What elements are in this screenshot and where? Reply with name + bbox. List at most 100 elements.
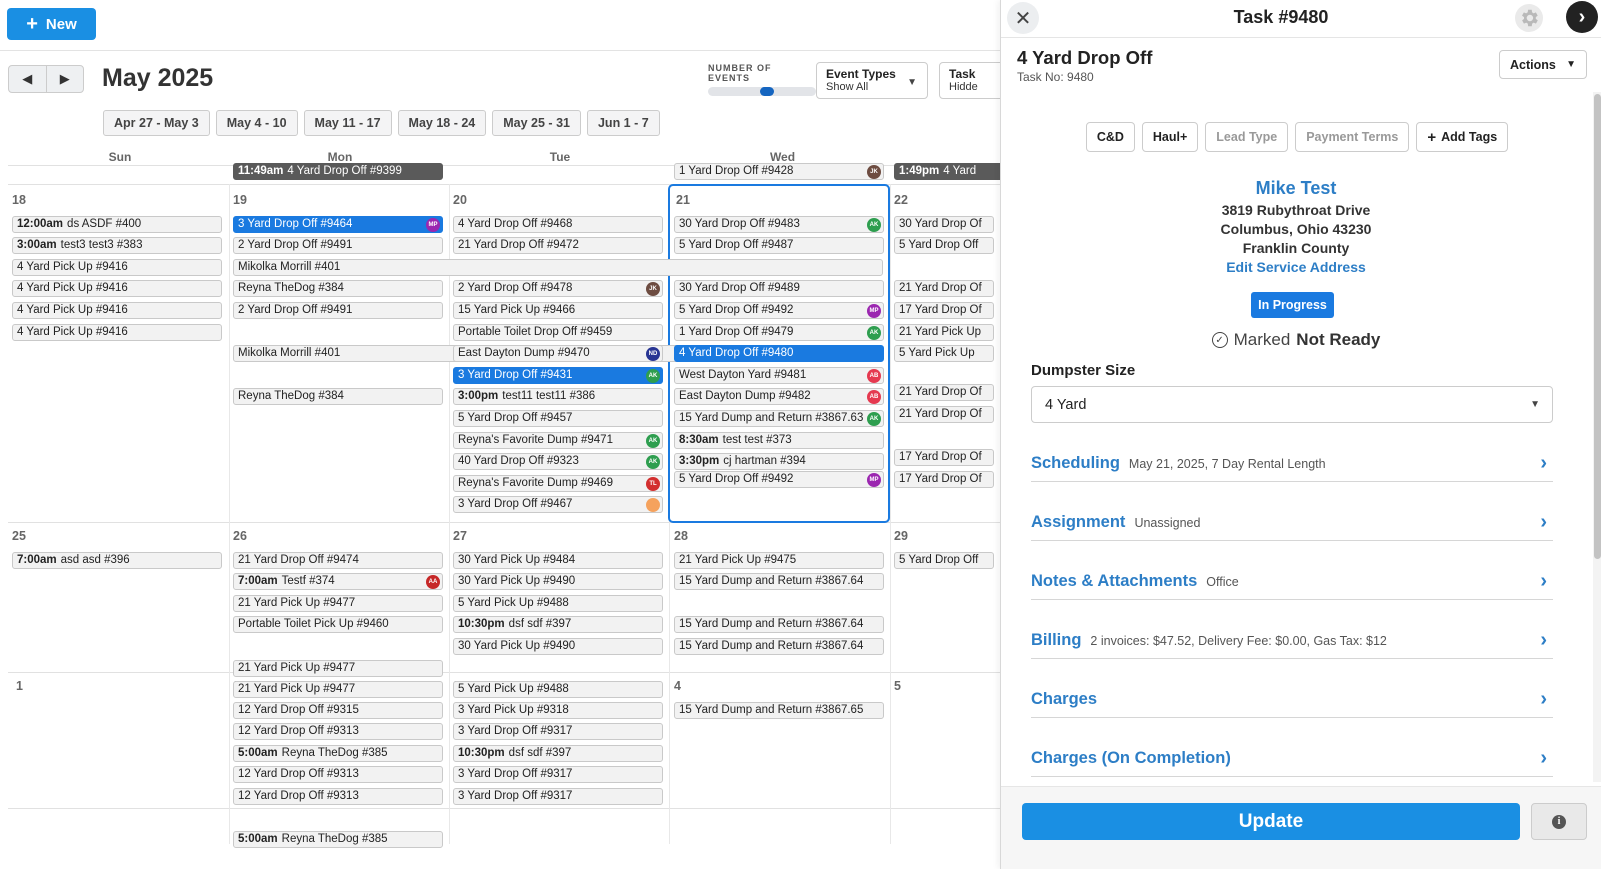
week-button[interactable]: May 18 - 24: [397, 110, 487, 136]
info-button[interactable]: i: [1531, 803, 1587, 840]
calendar-event[interactable]: 12 Yard Drop Off #9313: [233, 723, 443, 740]
tag-payment-terms[interactable]: Payment Terms: [1295, 122, 1410, 152]
calendar-event[interactable]: 4 Yard Drop Off #9480: [674, 345, 884, 362]
week-button[interactable]: Jun 1 - 7: [586, 110, 660, 136]
calendar-event[interactable]: 3:00am test3 test3 #383: [12, 237, 222, 254]
calendar-event[interactable]: Mikolka Morrill #401: [233, 259, 883, 276]
calendar-event[interactable]: 8:30am test test #373: [674, 432, 884, 449]
next-month-button[interactable]: ▶: [47, 66, 84, 92]
calendar-event[interactable]: 5:00am Reyna TheDog #385: [233, 745, 443, 762]
calendar-event[interactable]: 5 Yard Drop Off: [894, 552, 994, 569]
calendar-event[interactable]: 3 Yard Drop Off #9431 AK: [453, 367, 663, 384]
calendar-event[interactable]: 15 Yard Dump and Return #3867.65: [674, 702, 884, 719]
calendar-event[interactable]: 21 Yard Drop Off #9472: [453, 237, 663, 254]
calendar-event[interactable]: 11:49am 4 Yard Drop Off #9399: [233, 163, 443, 180]
calendar-event[interactable]: 1 Yard Drop Off #9428 JK: [674, 163, 884, 180]
calendar-event[interactable]: 7:00am Testf #374 AA: [233, 573, 443, 590]
calendar-event[interactable]: 17 Yard Drop Of: [894, 302, 994, 319]
calendar-event[interactable]: 30 Yard Pick Up #9490: [453, 573, 663, 590]
calendar-event[interactable]: 5 Yard Drop Off: [894, 237, 994, 254]
calendar-event[interactable]: 21 Yard Pick Up #9477: [233, 660, 443, 677]
calendar-event[interactable]: 1 Yard Drop Off #9479 AK: [674, 324, 884, 341]
calendar-event[interactable]: Reyna TheDog #384: [233, 388, 443, 405]
calendar-event[interactable]: 15 Yard Pick Up #9466: [453, 302, 663, 319]
calendar-event[interactable]: 3 Yard Drop Off #9317: [453, 723, 663, 740]
calendar-event[interactable]: 7:00am asd asd #396: [12, 552, 222, 569]
week-button[interactable]: Apr 27 - May 3: [103, 110, 210, 136]
calendar-event[interactable]: 15 Yard Dump and Return #3867.64: [674, 616, 884, 633]
section-charges-on-completion[interactable]: Charges (On Completion) ›: [1031, 741, 1553, 777]
calendar-event[interactable]: 12:00am ds ASDF #400: [12, 216, 222, 233]
calendar-event[interactable]: 3:00pm test11 test11 #386: [453, 388, 663, 405]
edit-service-address-link[interactable]: Edit Service Address: [1001, 259, 1591, 275]
calendar-event[interactable]: 4 Yard Pick Up #9416: [12, 280, 222, 297]
event-types-select[interactable]: Event Types Show All ▼: [816, 62, 928, 99]
calendar-event[interactable]: 4 Yard Drop Off #9468: [453, 216, 663, 233]
calendar-event[interactable]: 30 Yard Pick Up #9490: [453, 638, 663, 655]
calendar-event[interactable]: 21 Yard Drop Off #9474: [233, 552, 443, 569]
week-button[interactable]: May 11 - 17: [303, 110, 392, 136]
calendar-event[interactable]: 17 Yard Drop Of: [894, 471, 994, 488]
calendar-event[interactable]: 15 Yard Dump and Return #3867.64: [674, 638, 884, 655]
dumpster-size-select[interactable]: 4 Yard ▼: [1031, 386, 1553, 423]
calendar-event[interactable]: 15 Yard Dump and Return #3867.63 AK: [674, 410, 884, 427]
tag-lead-type[interactable]: Lead Type: [1205, 122, 1289, 152]
calendar-event[interactable]: Reyna's Favorite Dump #9471 AK: [453, 432, 663, 449]
tag-cd[interactable]: C&D: [1085, 122, 1135, 152]
scrollbar-thumb[interactable]: [1594, 94, 1601, 559]
calendar-event[interactable]: 30 Yard Drop Of: [894, 216, 994, 233]
settings-button[interactable]: [1515, 4, 1543, 32]
calendar-event[interactable]: 30 Yard Drop Off #9483 AK: [674, 216, 884, 233]
calendar-event[interactable]: East Dayton Dump #9470 ND: [453, 345, 663, 362]
calendar-event[interactable]: 3 Yard Drop Off #9467: [453, 496, 663, 513]
calendar-event[interactable]: 3:30pm cj hartman #394: [674, 453, 884, 470]
task-filter-select[interactable]: Task Hidde: [939, 62, 1000, 99]
section-notes-attachments[interactable]: Notes & Attachments Office ›: [1031, 564, 1553, 600]
calendar-event[interactable]: 30 Yard Drop Off #9489: [674, 280, 884, 297]
calendar-event[interactable]: 3 Yard Drop Off #9317: [453, 766, 663, 783]
calendar-event[interactable]: 4 Yard Pick Up #9416: [12, 302, 222, 319]
next-task-button[interactable]: ›: [1566, 1, 1598, 33]
prev-month-button[interactable]: ◀: [9, 66, 47, 92]
calendar-event[interactable]: Reyna's Favorite Dump #9469 TL: [453, 475, 663, 492]
calendar-event[interactable]: 17 Yard Drop Of: [894, 449, 994, 466]
update-button[interactable]: Update: [1022, 803, 1520, 840]
calendar-event[interactable]: 21 Yard Pick Up: [894, 324, 994, 341]
calendar-event[interactable]: 2 Yard Drop Off #9478 JK: [453, 280, 663, 297]
calendar-event[interactable]: 21 Yard Pick Up #9477: [233, 595, 443, 612]
calendar-event[interactable]: 5 Yard Pick Up: [894, 345, 994, 362]
ready-status[interactable]: ✓ Marked Not Ready: [1001, 330, 1591, 350]
panel-scrollbar[interactable]: [1593, 92, 1601, 782]
calendar-event[interactable]: 12 Yard Drop Off #9313: [233, 788, 443, 805]
calendar-event[interactable]: 10:30pm dsf sdf #397: [453, 616, 663, 633]
calendar-event[interactable]: 30 Yard Pick Up #9484: [453, 552, 663, 569]
calendar-event[interactable]: Portable Toilet Drop Off #9459: [453, 324, 663, 341]
week-button[interactable]: May 25 - 31: [492, 110, 581, 136]
calendar-event[interactable]: 40 Yard Drop Off #9323 AK: [453, 453, 663, 470]
calendar-event[interactable]: 5 Yard Drop Off #9457: [453, 410, 663, 427]
new-button[interactable]: + New: [7, 8, 96, 40]
calendar-event[interactable]: 5:00am Reyna TheDog #385: [233, 831, 443, 848]
calendar-event[interactable]: 12 Yard Drop Off #9315: [233, 702, 443, 719]
calendar-event[interactable]: 21 Yard Drop Of: [894, 280, 994, 297]
calendar-event[interactable]: 21 Yard Drop Of: [894, 384, 994, 401]
calendar-event[interactable]: 4 Yard Pick Up #9416: [12, 324, 222, 341]
tag-haul-plus[interactable]: Haul+: [1141, 122, 1199, 152]
calendar-event[interactable]: 21 Yard Drop Of: [894, 406, 994, 423]
calendar-event[interactable]: 2 Yard Drop Off #9491: [233, 302, 443, 319]
calendar-event[interactable]: 3 Yard Drop Off #9464 MP: [233, 216, 443, 233]
calendar-event[interactable]: 5 Yard Drop Off #9492 MP: [674, 302, 884, 319]
calendar-event[interactable]: 21 Yard Pick Up #9475: [674, 552, 884, 569]
calendar-event[interactable]: Reyna TheDog #384: [233, 280, 443, 297]
week-button[interactable]: May 4 - 10: [215, 110, 298, 136]
calendar-event[interactable]: 5 Yard Pick Up #9488: [453, 595, 663, 612]
customer-name[interactable]: Mike Test: [1001, 178, 1591, 199]
slider-handle[interactable]: [760, 87, 774, 96]
calendar-event[interactable]: 3 Yard Pick Up #9318: [453, 702, 663, 719]
calendar-event[interactable]: 1:49pm 4 Yard: [894, 163, 1000, 180]
calendar-event[interactable]: West Dayton Yard #9481 AB: [674, 367, 884, 384]
calendar-event[interactable]: 5 Yard Pick Up #9488: [453, 681, 663, 698]
calendar-event[interactable]: 10:30pm dsf sdf #397: [453, 745, 663, 762]
calendar-event[interactable]: 21 Yard Pick Up #9477: [233, 681, 443, 698]
section-assignment[interactable]: Assignment Unassigned ›: [1031, 505, 1553, 541]
